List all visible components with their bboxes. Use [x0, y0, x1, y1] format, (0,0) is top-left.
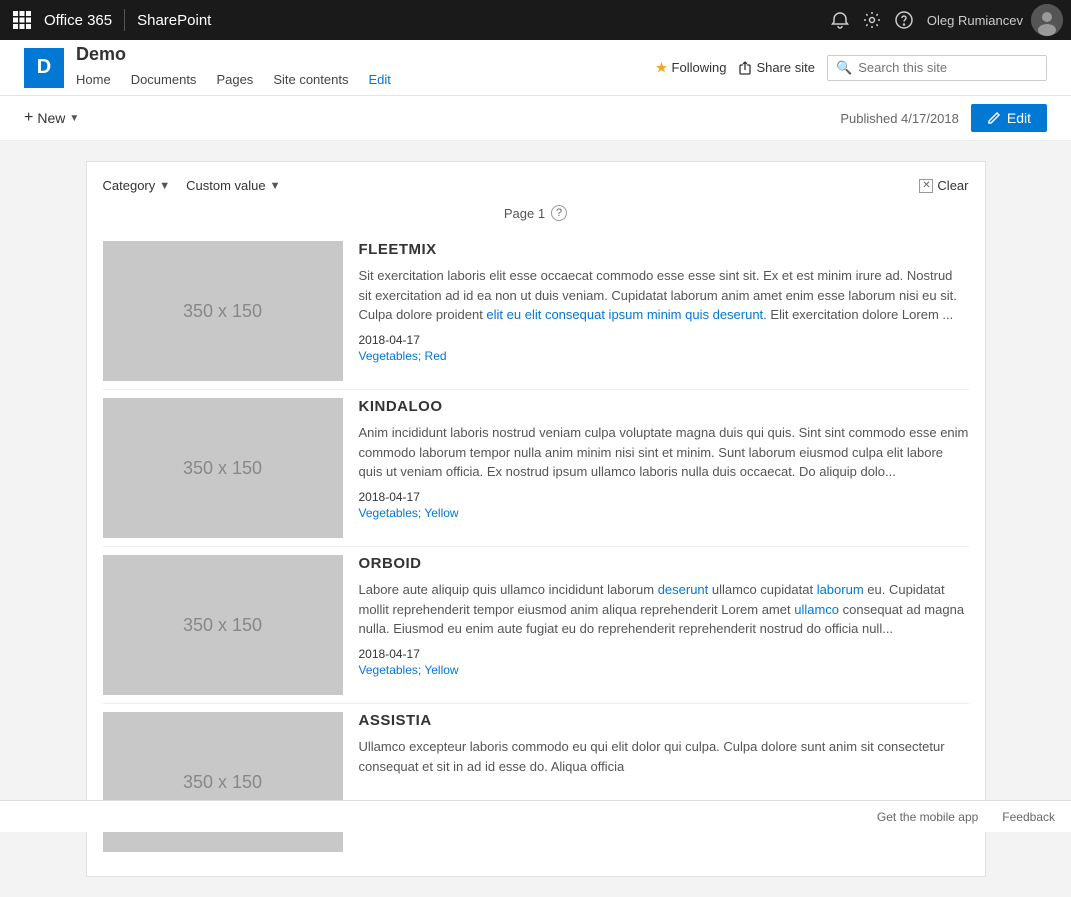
article-content-orboid: ORBOID Labore aute aliquip quis ullamco … — [359, 547, 969, 703]
search-icon: 🔍 — [836, 60, 852, 76]
article-desc-fleetmix: Sit exercitation laboris elit esse occae… — [359, 266, 969, 325]
article-title-fleetmix[interactable]: FLEETMIX — [359, 241, 969, 258]
site-title-nav: Demo Home Documents Pages Site contents … — [76, 44, 639, 91]
article-tags-fleetmix: Vegetables; Red — [359, 349, 969, 363]
office365-label[interactable]: Office 365 — [44, 12, 112, 29]
app-grid-button[interactable] — [8, 6, 36, 34]
user-name: Oleg Rumiancev — [927, 13, 1023, 28]
custom-value-label: Custom value — [186, 178, 265, 193]
sharepoint-label[interactable]: SharePoint — [137, 12, 211, 29]
page-label: Page 1 — [504, 206, 545, 221]
article-date-kindaloo: 2018-04-17 — [359, 490, 969, 504]
article-desc-assistia: Ullamco excepteur laboris commodo eu qui… — [359, 737, 969, 776]
content-area: Category ▼ Custom value ▼ ✕ Clear Page 1… — [0, 141, 1071, 897]
page-toolbar: + New ▼ Published 4/17/2018 Edit — [0, 96, 1071, 141]
article-title-orboid[interactable]: ORBOID — [359, 555, 969, 572]
nav-divider — [124, 9, 125, 31]
nav-home[interactable]: Home — [76, 68, 121, 91]
page-info-icon[interactable]: ? — [551, 205, 567, 221]
article-title-kindaloo[interactable]: KINDALOO — [359, 398, 969, 415]
article-tags-orboid: Vegetables; Yellow — [359, 663, 969, 677]
edit-label: Edit — [1007, 110, 1031, 126]
user-avatar — [1031, 4, 1063, 36]
site-logo: D — [24, 48, 64, 88]
article-date-orboid: 2018-04-17 — [359, 647, 969, 661]
user-menu[interactable]: Oleg Rumiancev — [927, 4, 1063, 36]
edit-button[interactable]: Edit — [971, 104, 1047, 132]
new-button[interactable]: + New ▼ — [24, 105, 79, 131]
custom-value-filter[interactable]: Custom value ▼ — [186, 178, 280, 193]
content-panel: Category ▼ Custom value ▼ ✕ Clear Page 1… — [86, 161, 986, 877]
nav-documents[interactable]: Documents — [121, 68, 207, 91]
search-box[interactable]: 🔍 — [827, 55, 1047, 81]
article-image-orboid: 350 x 150 — [103, 555, 343, 695]
feedback-link[interactable]: Feedback — [1002, 810, 1055, 824]
site-header: D Demo Home Documents Pages Site content… — [0, 40, 1071, 96]
category-label: Category — [103, 178, 156, 193]
article-desc-kindaloo: Anim incididunt laboris nostrud veniam c… — [359, 423, 969, 482]
article-item: 350 x 150 ASSISTIA Ullamco excepteur lab… — [103, 704, 969, 860]
share-site-button[interactable]: Share site — [738, 60, 815, 75]
nav-edit[interactable]: Edit — [358, 68, 400, 91]
filter-dropdowns: Category ▼ Custom value ▼ — [103, 178, 281, 193]
clear-label: Clear — [937, 178, 968, 193]
bottom-bar: Get the mobile app Feedback — [0, 800, 1071, 832]
site-title: Demo — [76, 44, 639, 66]
clear-x-icon: ✕ — [919, 179, 933, 193]
search-input[interactable] — [858, 60, 1038, 75]
new-chevron-icon: ▼ — [69, 113, 79, 124]
share-label: Share site — [756, 60, 815, 75]
article-item: 350 x 150 FLEETMIX Sit exercitation labo… — [103, 233, 969, 390]
plus-icon: + — [24, 109, 33, 127]
site-header-actions: Following Share site 🔍 — [655, 55, 1047, 81]
mobile-app-link[interactable]: Get the mobile app — [877, 810, 978, 824]
article-image-kindaloo: 350 x 150 — [103, 398, 343, 538]
following-button[interactable]: Following — [655, 60, 727, 75]
article-content-assistia: ASSISTIA Ullamco excepteur laboris commo… — [359, 704, 969, 860]
settings-icon[interactable] — [863, 11, 881, 29]
article-tags-kindaloo: Vegetables; Yellow — [359, 506, 969, 520]
nav-pages[interactable]: Pages — [206, 68, 263, 91]
filter-bar: Category ▼ Custom value ▼ ✕ Clear — [103, 178, 969, 193]
top-navigation-bar: Office 365 SharePoint Oleg Rumiancev — [0, 0, 1071, 40]
clear-button[interactable]: ✕ Clear — [919, 178, 968, 193]
article-title-assistia[interactable]: ASSISTIA — [359, 712, 969, 729]
article-item: 350 x 150 KINDALOO Anim incididunt labor… — [103, 390, 969, 547]
top-bar-actions: Oleg Rumiancev — [831, 4, 1063, 36]
help-icon[interactable] — [895, 11, 913, 29]
article-date-fleetmix: 2018-04-17 — [359, 333, 969, 347]
category-chevron-icon: ▼ — [159, 180, 170, 192]
published-text: Published 4/17/2018 — [840, 111, 959, 126]
article-desc-orboid: Labore aute aliquip quis ullamco incidid… — [359, 580, 969, 639]
nav-site-contents[interactable]: Site contents — [263, 68, 358, 91]
article-content-kindaloo: KINDALOO Anim incididunt laboris nostrud… — [359, 390, 969, 546]
site-navigation: Home Documents Pages Site contents Edit — [76, 68, 639, 91]
pagination-row: Page 1 ? — [103, 205, 969, 221]
following-label: Following — [672, 60, 727, 75]
new-label: New — [37, 110, 65, 126]
article-content-fleetmix: FLEETMIX Sit exercitation laboris elit e… — [359, 233, 969, 389]
category-filter[interactable]: Category ▼ — [103, 178, 171, 193]
custom-value-chevron-icon: ▼ — [270, 180, 281, 192]
article-image-fleetmix: 350 x 150 — [103, 241, 343, 381]
notifications-icon[interactable] — [831, 11, 849, 29]
article-item: 350 x 150 ORBOID Labore aute aliquip qui… — [103, 547, 969, 704]
